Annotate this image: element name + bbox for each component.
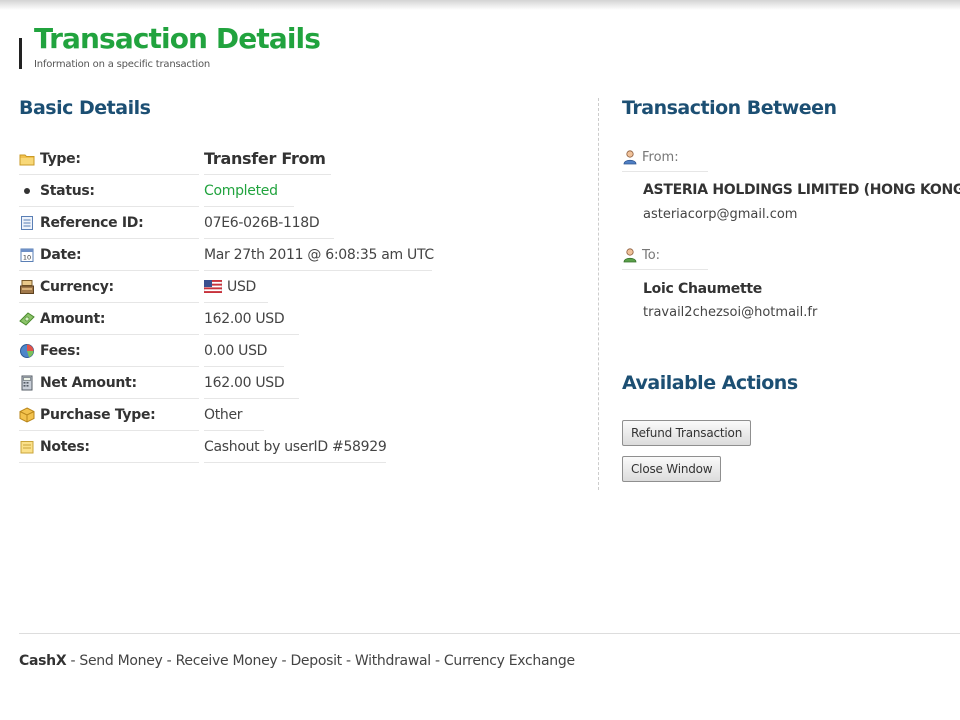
currency-label: Currency:	[40, 279, 114, 295]
to-row: To:	[622, 244, 708, 270]
amount-label: Amount:	[40, 311, 106, 327]
label-cell: 10 Date:	[19, 239, 199, 271]
from-name: ASTERIA HOLDINGS LIMITED (HONG KONG)	[643, 182, 960, 198]
value-cell: Transfer From	[204, 143, 331, 175]
value-cell: Other	[204, 399, 264, 431]
us-flag-icon	[204, 280, 222, 293]
status-value: Completed	[204, 183, 278, 199]
notes-value: Cashout by userID #58929	[204, 439, 387, 455]
fees-value: 0.00 USD	[204, 343, 268, 359]
footer-link-deposit[interactable]: Deposit	[290, 653, 342, 669]
currency-value: USD	[227, 279, 257, 295]
value-cell: 07E6-026B-118D	[204, 207, 334, 239]
bullet-icon	[24, 188, 30, 194]
net-amount-value: 162.00 USD	[204, 375, 285, 391]
cash-register-icon	[20, 280, 34, 294]
calculator-icon	[21, 375, 33, 391]
value-cell: 162.00 USD	[204, 367, 299, 399]
footer-link-receive-money[interactable]: Receive Money	[176, 653, 278, 669]
pie-chart-icon	[20, 344, 34, 358]
label-cell: Fees:	[19, 335, 199, 367]
footer-divider	[19, 633, 960, 634]
type-value: Transfer From	[204, 149, 326, 168]
label-cell: Notes:	[19, 431, 199, 463]
footer-separator: -	[66, 653, 80, 669]
purchase-type-label: Purchase Type:	[40, 407, 156, 423]
notes-label: Notes:	[40, 439, 90, 455]
from-row: From:	[622, 146, 708, 172]
value-cell: Cashout by userID #58929	[204, 431, 387, 463]
value-cell: Completed	[204, 175, 294, 207]
value-cell: 162.00 USD	[204, 303, 299, 335]
footer-link-withdrawal[interactable]: Withdrawal	[355, 653, 431, 669]
box-icon	[19, 407, 35, 423]
page-subtitle: Information on a specific transaction	[34, 59, 211, 70]
label-cell: Currency:	[19, 271, 199, 303]
label-cell: Type:	[19, 143, 199, 175]
from-label: From:	[642, 150, 679, 165]
close-window-button[interactable]: Close Window	[622, 456, 722, 482]
folder-icon	[19, 154, 35, 166]
user-icon	[623, 248, 637, 263]
money-icon	[19, 312, 35, 326]
column-divider	[598, 98, 599, 490]
footer-separator: -	[277, 653, 291, 669]
document-icon	[21, 216, 33, 230]
footer-separator: -	[430, 653, 444, 669]
fees-label: Fees:	[40, 343, 81, 359]
footer-separator: -	[162, 653, 176, 669]
type-label: Type:	[40, 151, 81, 167]
label-cell: Amount:	[19, 303, 199, 335]
label-cell: Purchase Type:	[19, 399, 199, 431]
amount-value: 162.00 USD	[204, 311, 285, 327]
refund-transaction-button[interactable]: Refund Transaction	[622, 420, 752, 446]
value-cell: Mar 27th 2011 @ 6:08:35 am UTC	[204, 239, 434, 271]
to-name: Loic Chaumette	[643, 281, 762, 297]
to-email: travail2chezsoi@hotmail.fr	[643, 305, 818, 320]
date-value: Mar 27th 2011 @ 6:08:35 am UTC	[204, 247, 434, 263]
footer-separator: -	[341, 653, 355, 669]
user-icon	[623, 150, 637, 165]
available-actions-heading: Available Actions	[622, 372, 798, 394]
from-email: asteriacorp@gmail.com	[643, 207, 798, 222]
footer-nav: CashX - Send Money - Receive Money - Dep…	[19, 653, 575, 669]
label-cell: Net Amount:	[19, 367, 199, 399]
status-label: Status:	[40, 183, 95, 199]
net-amount-label: Net Amount:	[40, 375, 137, 391]
footer-link-send-money[interactable]: Send Money	[79, 653, 162, 669]
footer-brand: CashX	[19, 653, 67, 669]
reference-id-label: Reference ID:	[40, 215, 144, 231]
transaction-between-heading: Transaction Between	[622, 97, 837, 119]
label-cell: Status:	[19, 175, 199, 207]
reference-id-value: 07E6-026B-118D	[204, 215, 320, 231]
value-cell: 0.00 USD	[204, 335, 284, 367]
value-cell: USD	[204, 271, 268, 303]
label-cell: Reference ID:	[19, 207, 199, 239]
page-title: Transaction Details	[34, 22, 321, 55]
svg-text:10: 10	[23, 254, 31, 262]
top-shadow	[0, 0, 960, 10]
footer-link-currency-exchange[interactable]: Currency Exchange	[444, 653, 575, 669]
note-icon	[20, 441, 34, 454]
basic-details-heading: Basic Details	[19, 97, 151, 119]
calendar-icon: 10	[20, 248, 34, 262]
date-label: Date:	[40, 247, 82, 263]
title-accent-bar	[19, 38, 22, 69]
to-label: To:	[642, 248, 661, 263]
purchase-type-value: Other	[204, 407, 243, 423]
